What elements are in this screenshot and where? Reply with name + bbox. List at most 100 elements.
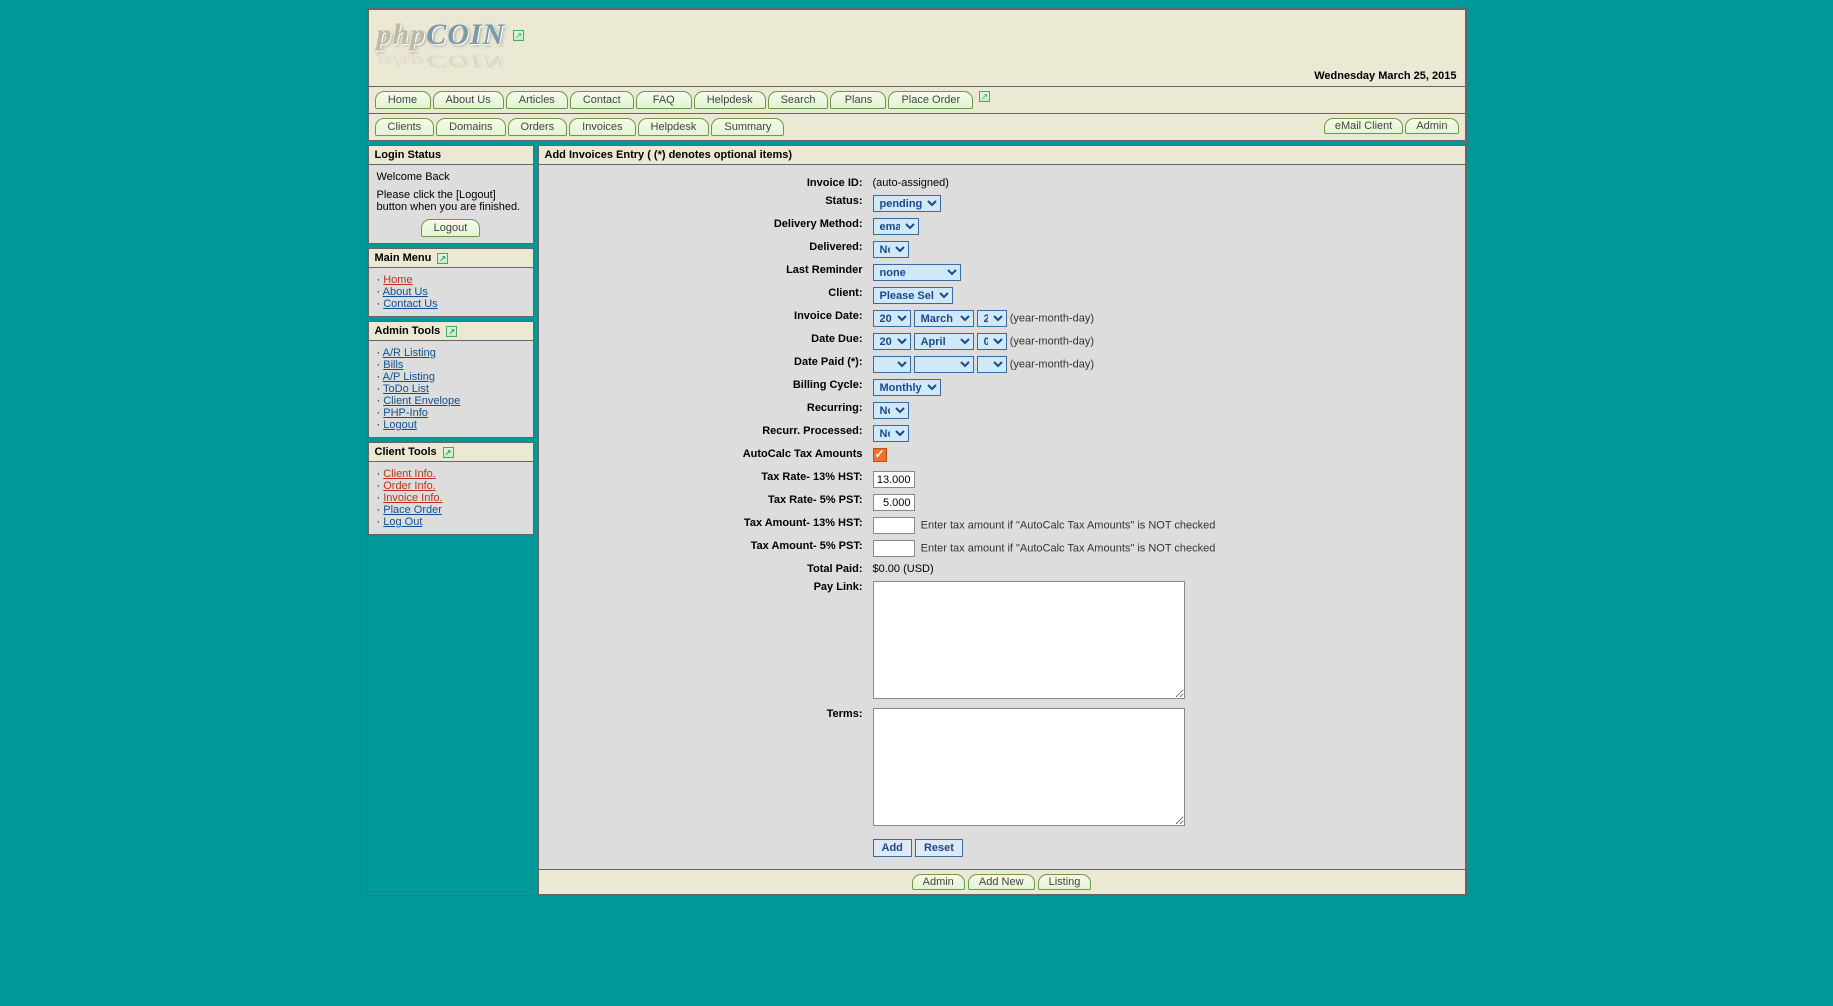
nav-home[interactable]: Home: [375, 91, 431, 109]
menu-home[interactable]: Home: [383, 274, 412, 286]
popup-icon[interactable]: ↗: [446, 326, 457, 337]
menu-contact-us[interactable]: Contact Us: [383, 298, 437, 310]
sidebar: Login Status Welcome Back Please click t…: [368, 145, 534, 535]
popup-icon[interactable]: ↗: [437, 253, 448, 264]
footer-admin[interactable]: Admin: [912, 874, 965, 890]
main-menu-panel: Main Menu ↗ Home About Us Contact Us: [368, 248, 534, 317]
status-label: Status:: [547, 193, 867, 214]
invoice-date-month[interactable]: March: [914, 310, 974, 327]
main-menu-title: Main Menu: [375, 252, 432, 264]
logo-php: php: [377, 18, 427, 51]
login-panel: Login Status Welcome Back Please click t…: [368, 145, 534, 244]
nav-orders[interactable]: Orders: [508, 118, 568, 136]
reset-button[interactable]: Reset: [915, 839, 963, 857]
admin-client-envelope[interactable]: Client Envelope: [383, 395, 460, 407]
form-area: Invoice ID: (auto-assigned) Status: pend…: [539, 165, 1465, 869]
nav-articles[interactable]: Articles: [506, 91, 568, 109]
terms-label: Terms:: [547, 706, 867, 831]
recurr-proc-select[interactable]: No: [873, 425, 909, 442]
tax1-amt-input[interactable]: [873, 517, 915, 534]
admin-php-info[interactable]: PHP-Info: [383, 407, 428, 419]
ymd-hint: (year-month-day): [1010, 336, 1094, 348]
header: phpCOIN ↗ phpCOIN Wednesday March 25, 20…: [368, 9, 1466, 87]
invoice-date-label: Invoice Date:: [547, 308, 867, 329]
login-title: Login Status: [369, 146, 533, 165]
nav-contact[interactable]: Contact: [570, 91, 634, 109]
last-reminder-label: Last Reminder: [547, 262, 867, 283]
tax2-rate-input[interactable]: [873, 494, 915, 511]
nav-place-order[interactable]: Place Order: [888, 91, 973, 109]
autocalc-checkbox[interactable]: [873, 448, 887, 462]
due-month[interactable]: April: [914, 333, 974, 350]
tax-hint: Enter tax amount if "AutoCalc Tax Amount…: [921, 520, 1216, 532]
nav-admin[interactable]: Admin: [1405, 118, 1458, 134]
nav-domains[interactable]: Domains: [436, 118, 505, 136]
nav-search[interactable]: Search: [768, 91, 829, 109]
popup-icon[interactable]: ↗: [513, 30, 524, 41]
autocalc-label: AutoCalc Tax Amounts: [547, 446, 867, 467]
client-tools-title: Client Tools: [375, 446, 437, 458]
client-label: Client:: [547, 285, 867, 306]
paid-year[interactable]: [873, 356, 911, 373]
tax2-amt-input[interactable]: [873, 540, 915, 557]
paid-month[interactable]: [914, 356, 974, 373]
paid-day[interactable]: [977, 356, 1007, 373]
menu-about-us[interactable]: About Us: [383, 286, 428, 298]
recurring-label: Recurring:: [547, 400, 867, 421]
footer-listing[interactable]: Listing: [1038, 874, 1092, 890]
paylink-textarea[interactable]: [873, 581, 1185, 699]
logo-reflection: phpCOIN: [377, 51, 506, 71]
nav-email-client[interactable]: eMail Client: [1324, 118, 1403, 134]
status-select[interactable]: pending: [873, 195, 941, 212]
client-select[interactable]: Please Select: [873, 287, 953, 304]
invoice-date-day[interactable]: 25: [977, 310, 1007, 327]
client-place-order[interactable]: Place Order: [383, 504, 442, 516]
popup-icon[interactable]: ↗: [443, 447, 454, 458]
nav-helpdesk[interactable]: Helpdesk: [694, 91, 766, 109]
admin-tools-panel: Admin Tools ↗ A/R Listing Bills A/P Listi…: [368, 321, 534, 438]
nav-clients[interactable]: Clients: [375, 118, 435, 136]
main-title: Add Invoices Entry ( (*) denotes optiona…: [539, 146, 1465, 165]
logo-coin: COIN: [426, 18, 505, 51]
terms-textarea[interactable]: [873, 708, 1185, 826]
client-info[interactable]: Client Info.: [383, 468, 436, 480]
admin-todo[interactable]: ToDo List: [383, 383, 429, 395]
nav-helpdesk2[interactable]: Helpdesk: [638, 118, 710, 136]
tax2-amt-label: Tax Amount- 5% PST:: [547, 538, 867, 559]
tax1-rate-label: Tax Rate- 13% HST:: [547, 469, 867, 490]
billing-cycle-select[interactable]: Monthly: [873, 379, 941, 396]
last-reminder-select[interactable]: none: [873, 264, 961, 281]
recurring-select[interactable]: No: [873, 402, 909, 419]
header-date: Wednesday March 25, 2015: [1314, 70, 1456, 82]
date-paid-label: Date Paid (*):: [547, 354, 867, 375]
delivered-label: Delivered:: [547, 239, 867, 260]
due-year[interactable]: 2015: [873, 333, 911, 350]
invoice-info[interactable]: Invoice Info.: [383, 492, 442, 504]
total-paid-value: $0.00 (USD): [869, 561, 1457, 577]
nav-invoices[interactable]: Invoices: [569, 118, 635, 136]
order-info[interactable]: Order Info.: [383, 480, 436, 492]
client-log-out[interactable]: Log Out: [383, 516, 422, 528]
tax2-rate-label: Tax Rate- 5% PST:: [547, 492, 867, 513]
delivered-select[interactable]: No: [873, 241, 909, 258]
nav-about-us[interactable]: About Us: [433, 91, 504, 109]
add-button[interactable]: Add: [873, 839, 912, 857]
logo: phpCOIN ↗: [377, 18, 1457, 52]
due-day[interactable]: 04: [977, 333, 1007, 350]
nav-plans[interactable]: Plans: [830, 91, 886, 109]
delivery-select[interactable]: email: [873, 218, 919, 235]
admin-ap-listing[interactable]: A/P Listing: [383, 371, 435, 383]
admin-ar-listing[interactable]: A/R Listing: [383, 347, 436, 359]
billing-cycle-label: Billing Cycle:: [547, 377, 867, 398]
nav-summary[interactable]: Summary: [711, 118, 784, 136]
popup-icon[interactable]: ↗: [979, 91, 990, 102]
nav-secondary: Clients Domains Orders Invoices Helpdesk…: [368, 114, 1466, 141]
tax1-rate-input[interactable]: [873, 471, 915, 488]
admin-bills[interactable]: Bills: [383, 359, 403, 371]
footer-add-new[interactable]: Add New: [968, 874, 1035, 890]
admin-tools-title: Admin Tools: [375, 325, 441, 337]
logout-button[interactable]: Logout: [421, 219, 481, 237]
invoice-date-year[interactable]: 2015: [873, 310, 911, 327]
nav-faq[interactable]: FAQ: [636, 91, 692, 109]
admin-logout[interactable]: Logout: [383, 419, 417, 431]
